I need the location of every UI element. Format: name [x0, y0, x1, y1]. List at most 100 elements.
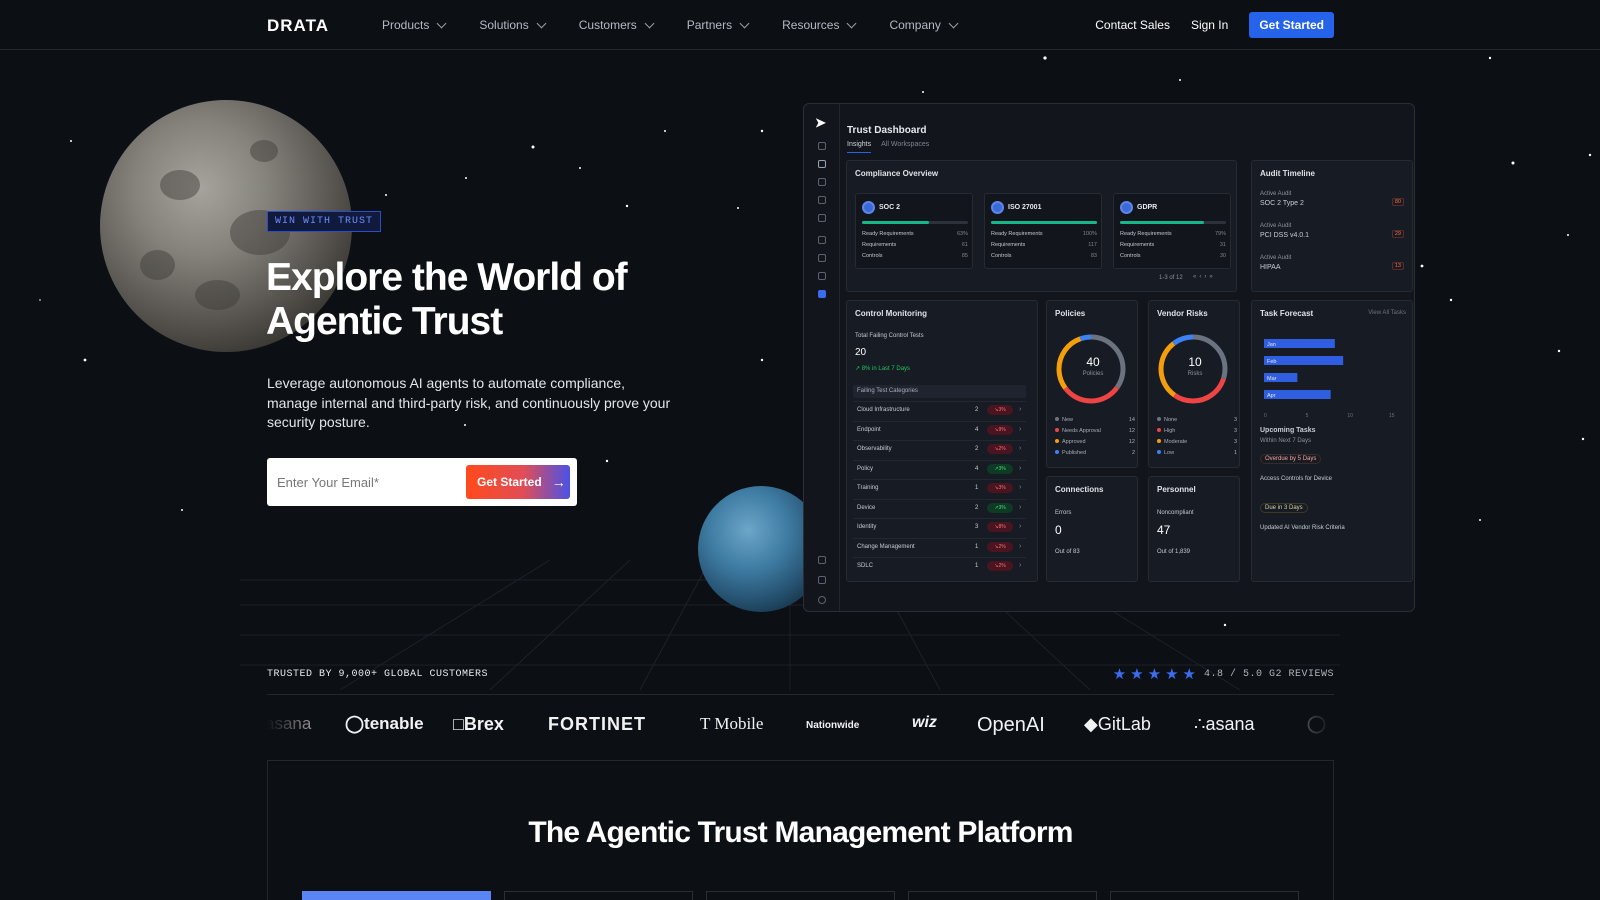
framework-row: Requirements 117: [991, 242, 1097, 248]
platform-tab[interactable]: [706, 891, 895, 900]
category-count: 1: [975, 563, 979, 569]
framework-card: ISO 27001 Ready Requirements 100% Require…: [984, 193, 1102, 269]
forecast-month-label: Jan: [1267, 342, 1276, 348]
trust-dashboard-preview: ➤ Trust Dashboard Insights All Workspace…: [803, 103, 1415, 612]
pagination-text: 1-3 of 12: [1159, 275, 1183, 281]
sign-in-link[interactable]: Sign In: [1191, 18, 1228, 32]
menu-solutions[interactable]: Solutions: [479, 18, 547, 32]
failing-category-row[interactable]: SDLC 1 ↘ 2% ›: [853, 557, 1026, 575]
menu-company[interactable]: Company: [889, 18, 959, 32]
progress-bar: [991, 221, 1097, 224]
trusted-by-text: TRUSTED BY 9,000+ GLOBAL CUSTOMERS: [267, 669, 489, 680]
nav-actions: Contact Sales Sign In Get Started: [1095, 12, 1334, 38]
menu-partners[interactable]: Partners: [686, 18, 750, 32]
failing-category-row[interactable]: Endpoint 4 ↘ 9% ›: [853, 420, 1026, 439]
chevron-right-icon: ›: [1019, 523, 1022, 530]
contact-sales-link[interactable]: Contact Sales: [1095, 18, 1170, 32]
compliance-overview-card: Compliance Overview SOC 2 Ready Requirem…: [846, 160, 1237, 292]
platform-tab[interactable]: [908, 891, 1097, 900]
trend-pill: ↘ 3%: [987, 405, 1013, 415]
sparkle-icon: [818, 556, 826, 564]
task-pill: Overdue by 5 Days: [1260, 454, 1322, 464]
failing-category-row[interactable]: Device 2 ↗ 3% ›: [853, 498, 1026, 517]
star-icon: ★: [1112, 666, 1127, 683]
menu-products[interactable]: Products: [382, 18, 447, 32]
logo-fortinet: FORTINET: [548, 714, 646, 734]
forecast-month-label: Feb: [1267, 359, 1276, 365]
divider: [267, 694, 1334, 695]
failing-category-row[interactable]: Observability 2 ↘ 2% ›: [853, 440, 1026, 458]
list-icon: [818, 196, 826, 204]
platform-tab[interactable]: [302, 891, 491, 900]
platform-tab[interactable]: [504, 891, 693, 900]
settings-icon: [818, 254, 826, 262]
logo-openai: OpenAI: [977, 714, 1045, 736]
category-count: 1: [975, 485, 979, 491]
category-name: Policy: [857, 465, 874, 472]
menu-label: Partners: [686, 18, 733, 32]
framework-name: GDPR: [1137, 204, 1158, 211]
category-name: Observability: [857, 446, 892, 452]
chevron-down-icon: [536, 18, 547, 28]
star-icon: ★: [1147, 666, 1162, 683]
personnel-sub: Out of 1,839: [1157, 549, 1191, 555]
dashboard-title: Trust Dashboard: [847, 125, 927, 136]
pagination-controls[interactable]: «‹›»: [1193, 274, 1216, 280]
vendor-value: 10: [1188, 355, 1202, 369]
personnel-card: Personnel Noncompliant 47 Out of 1,839: [1148, 476, 1240, 582]
card-title: Audit Timeline: [1260, 169, 1315, 178]
hero-get-started-button[interactable]: Get Started →: [466, 465, 570, 499]
get-started-button[interactable]: Get Started: [1249, 12, 1334, 38]
category-name: Endpoint: [857, 426, 881, 433]
failing-category-row[interactable]: Cloud Infrastructure 2 ↘ 3% ›: [853, 401, 1026, 419]
framework-row: Controls 30: [1120, 253, 1226, 259]
trend-pill: ↘ 9%: [987, 424, 1013, 435]
g2-rating: ★ ★ ★ ★ ★ 4.8 / 5.0 G2 REVIEWS: [1113, 665, 1334, 683]
audit-item[interactable]: Active Audit HIPAA 13: [1260, 255, 1410, 271]
upcoming-title: Upcoming Tasks: [1260, 427, 1316, 434]
policies-value: 40: [1086, 355, 1100, 369]
chevron-right-icon: ›: [1019, 464, 1022, 472]
drata-logo[interactable]: DRATA: [267, 16, 329, 36]
connections-value: 0: [1055, 523, 1062, 537]
home-icon: [818, 160, 826, 168]
gear-icon: [818, 596, 826, 604]
task-name[interactable]: Updated AI Vendor Risk Criteria: [1260, 525, 1345, 531]
framework-name: SOC 2: [879, 204, 901, 211]
shield-icon: [818, 290, 826, 298]
menu-customers[interactable]: Customers: [579, 18, 655, 32]
page: DRATA Products Solutions Customers Partn…: [0, 0, 1600, 900]
task-name[interactable]: Access Controls for Device: [1260, 476, 1332, 482]
email-input[interactable]: [277, 470, 457, 494]
view-all-tasks-link[interactable]: View All Tasks: [1368, 310, 1406, 316]
audit-pill: 29: [1391, 230, 1404, 238]
category-name: SDLC: [857, 563, 874, 569]
legend-row: Low 1: [1157, 450, 1237, 456]
tab-insights: Insights: [847, 141, 872, 153]
trend-pill: ↘ 3%: [987, 483, 1013, 493]
framework-row: Controls 83: [991, 253, 1097, 259]
book-icon: [818, 576, 826, 584]
control-delta: ↗ 8% in Last 7 Days: [855, 366, 911, 372]
audit-item[interactable]: Active Audit PCI DSS v4.0.1 29: [1260, 223, 1410, 239]
chevron-right-icon: ›: [1019, 484, 1022, 491]
policies-label: Policies: [1082, 371, 1104, 377]
hero-badge: WIN WITH TRUST: [267, 211, 382, 232]
trend-pill: ↘ 2%: [987, 541, 1013, 552]
legend-row: Approved 12: [1055, 439, 1135, 445]
framework-row: Ready Requirements 63%: [862, 231, 968, 237]
tab-all-workspaces: All Workspaces: [881, 141, 930, 148]
audit-item[interactable]: Active Audit SOC 2 Type 2 80: [1260, 191, 1410, 207]
logo-gitlab: ◆GitLab: [1084, 714, 1151, 734]
chevron-down-icon: [739, 18, 750, 28]
forecast-tick-label: 0: [1264, 413, 1267, 419]
failing-category-row[interactable]: Policy 4 ↗ 3% ›: [853, 459, 1026, 478]
category-name: Training: [857, 485, 879, 491]
platform-tab[interactable]: [1110, 891, 1299, 900]
failing-category-row[interactable]: Training 1 ↘ 3% ›: [853, 479, 1026, 497]
menu-label: Products: [382, 18, 430, 32]
failing-category-row[interactable]: Identity 3 ↘ 8% ›: [853, 518, 1026, 536]
failing-category-row[interactable]: Change Management 1 ↘ 2% ›: [853, 537, 1026, 556]
top-navigation: DRATA Products Solutions Customers Partn…: [0, 0, 1600, 50]
menu-resources[interactable]: Resources: [782, 18, 857, 32]
